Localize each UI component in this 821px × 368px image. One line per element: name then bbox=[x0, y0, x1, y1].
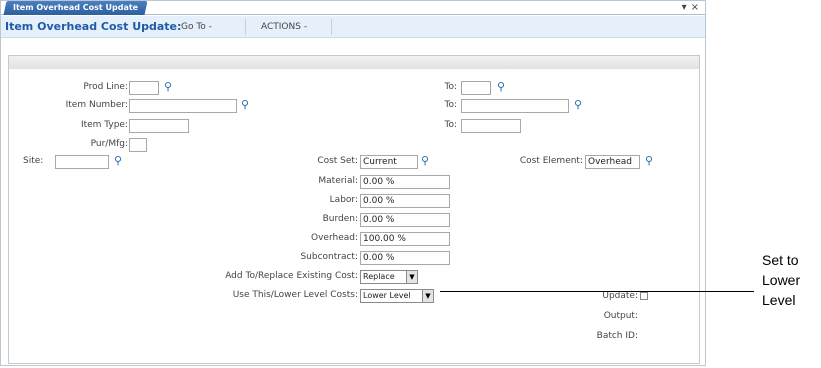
item-number-to-lookup-icon[interactable]: ⚲ bbox=[574, 99, 582, 111]
tab-item-overhead-cost-update[interactable]: Item Overhead Cost Update bbox=[3, 1, 148, 15]
toolbar-divider bbox=[245, 19, 246, 35]
burden-input[interactable]: 0.00 % bbox=[360, 213, 450, 227]
update-label: Update: bbox=[602, 291, 638, 301]
item-number-lookup-icon[interactable]: ⚲ bbox=[241, 99, 249, 111]
item-type-label: Item Type: bbox=[80, 120, 128, 130]
chevron-down-icon[interactable]: ▼ bbox=[422, 290, 433, 302]
callout-text: Set to Lower Level bbox=[762, 250, 800, 310]
subcontract-label: Subcontract: bbox=[300, 252, 358, 262]
material-input[interactable]: 0.00 % bbox=[360, 175, 450, 189]
add-replace-label: Add To/Replace Existing Cost: bbox=[225, 271, 358, 281]
prod-line-label: Prod Line: bbox=[83, 82, 128, 92]
chevron-down-icon[interactable]: ▼ bbox=[406, 271, 417, 283]
material-label: Material: bbox=[318, 176, 358, 186]
cost-set-label: Cost Set: bbox=[317, 156, 358, 166]
labor-label: Labor: bbox=[329, 195, 358, 205]
use-lower-label: Use This/Lower Level Costs: bbox=[232, 290, 358, 300]
window-menu-icon[interactable]: ▾ bbox=[682, 2, 687, 13]
overhead-label: Overhead: bbox=[311, 233, 358, 243]
site-input[interactable] bbox=[55, 155, 109, 169]
page-title: Item Overhead Cost Update: bbox=[5, 20, 182, 33]
batch-id-label: Batch ID: bbox=[596, 331, 638, 341]
add-replace-select[interactable]: Replace ▼ bbox=[360, 270, 418, 284]
prod-line-to-lookup-icon[interactable]: ⚲ bbox=[497, 81, 505, 93]
labor-input[interactable]: 0.00 % bbox=[360, 194, 450, 208]
actions-menu[interactable]: ACTIONS - bbox=[261, 22, 307, 32]
callout-line-2: Lower bbox=[762, 272, 801, 288]
cost-set-lookup-icon[interactable]: ⚲ bbox=[421, 155, 429, 167]
use-lower-value: Lower Level bbox=[363, 291, 411, 300]
prod-line-lookup-icon[interactable]: ⚲ bbox=[164, 81, 172, 93]
pur-mfg-input[interactable] bbox=[129, 138, 147, 152]
add-replace-value: Replace bbox=[363, 272, 395, 281]
goto-menu[interactable]: Go To - bbox=[181, 22, 212, 32]
callout-line-1: Set to bbox=[762, 252, 799, 268]
panel-header bbox=[9, 56, 699, 69]
item-number-to-label: To: bbox=[444, 100, 457, 110]
item-number-to-input[interactable] bbox=[461, 99, 569, 113]
site-lookup-icon[interactable]: ⚲ bbox=[114, 155, 122, 167]
item-type-to-input[interactable] bbox=[461, 119, 521, 133]
burden-label: Burden: bbox=[322, 214, 358, 224]
use-lower-select[interactable]: Lower Level ▼ bbox=[360, 289, 434, 303]
cost-set-input[interactable]: Current bbox=[360, 155, 418, 169]
callout-line bbox=[440, 291, 754, 292]
item-number-input[interactable] bbox=[129, 99, 237, 113]
tab-bar: Item Overhead Cost Update ▾ × bbox=[1, 1, 705, 15]
close-icon[interactable]: × bbox=[691, 2, 699, 13]
subcontract-input[interactable]: 0.00 % bbox=[360, 251, 450, 265]
toolbar: Item Overhead Cost Update: Go To - ACTIO… bbox=[1, 16, 705, 38]
overhead-input[interactable]: 100.00 % bbox=[360, 232, 450, 246]
item-type-to-label: To: bbox=[444, 120, 457, 130]
update-checkbox[interactable] bbox=[640, 292, 648, 300]
cost-element-input[interactable]: Overhead bbox=[585, 155, 640, 169]
cost-element-label: Cost Element: bbox=[519, 156, 583, 166]
callout-line-3: Level bbox=[762, 292, 796, 308]
output-label: Output: bbox=[603, 311, 638, 321]
cost-element-lookup-icon[interactable]: ⚲ bbox=[645, 155, 653, 167]
prod-line-to-label: To: bbox=[444, 82, 457, 92]
item-number-label: Item Number: bbox=[65, 100, 128, 110]
prod-line-to-input[interactable] bbox=[461, 81, 491, 95]
prod-line-input[interactable] bbox=[129, 81, 159, 95]
item-type-input[interactable] bbox=[129, 119, 189, 133]
window-controls: ▾ × bbox=[678, 1, 699, 14]
toolbar-divider bbox=[331, 19, 332, 35]
site-label: Site: bbox=[23, 156, 44, 166]
tab-label: Item Overhead Cost Update bbox=[13, 3, 139, 12]
pur-mfg-label: Pur/Mfg: bbox=[90, 139, 128, 149]
